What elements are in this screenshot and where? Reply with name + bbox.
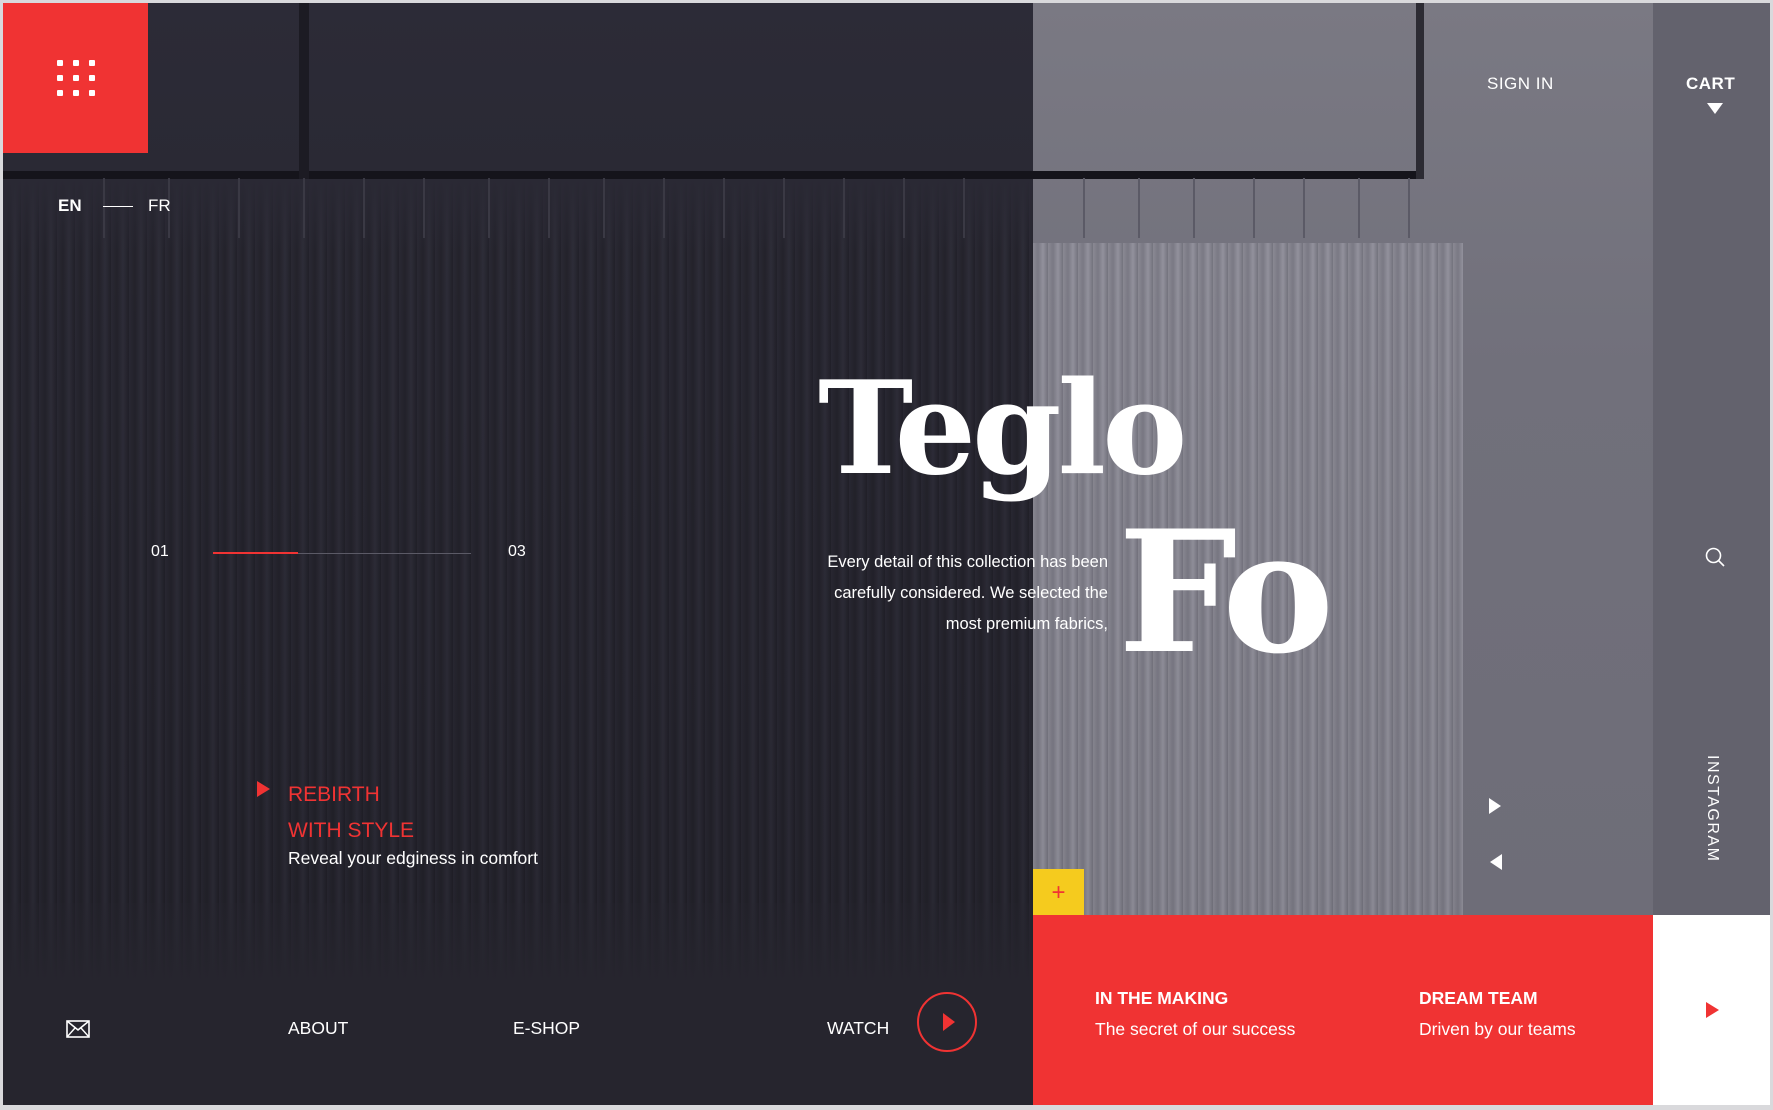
clothes-rail-post-left <box>299 3 309 179</box>
menu-grid-icon <box>56 60 95 96</box>
hanger <box>1408 178 1410 238</box>
nav-about[interactable]: ABOUT <box>288 1018 348 1039</box>
hanger <box>548 178 550 238</box>
hanger <box>903 178 905 238</box>
instagram-link[interactable]: INSTAGRAM <box>1703 755 1721 862</box>
page: SIGN IN CART EN FR 01 03 Teglo Fo Every … <box>3 3 1770 1105</box>
hanger <box>363 178 365 238</box>
hanger <box>1303 178 1305 238</box>
clothes-rail <box>3 171 1418 179</box>
hanger <box>783 178 785 238</box>
search-icon[interactable] <box>1705 547 1725 567</box>
hanger <box>1193 178 1195 238</box>
menu-button[interactable] <box>3 3 148 153</box>
feature-arrow-icon <box>257 781 270 797</box>
language-divider <box>103 206 133 207</box>
bottom-cards-panel <box>1033 915 1653 1105</box>
hanger <box>488 178 490 238</box>
hero-title-line1: Teglo <box>818 354 1187 504</box>
hanger <box>1083 178 1085 238</box>
slide-current: 01 <box>151 543 169 560</box>
feature-title-line2: WITH STYLE <box>288 819 415 842</box>
hanger <box>303 178 305 238</box>
hanger <box>723 178 725 238</box>
feature-title[interactable]: REBIRTH WITH STYLE <box>288 777 588 849</box>
hanger <box>423 178 425 238</box>
play-button[interactable] <box>917 992 977 1052</box>
feature-subtitle: Reveal your edginess in comfort <box>288 848 538 868</box>
nav-eshop[interactable]: E-SHOP <box>513 1018 580 1039</box>
card-team-title[interactable]: DREAM TEAM <box>1419 988 1538 1009</box>
cart-link[interactable]: CART <box>1686 74 1735 94</box>
play-icon <box>943 1013 955 1031</box>
feature-title-line1: REBIRTH <box>288 783 380 806</box>
hanger <box>238 178 240 238</box>
hanger <box>843 178 845 238</box>
slide-progress-fill <box>213 552 298 554</box>
hero-image-floor <box>3 903 1033 1105</box>
hero-title-line2: Fo <box>1118 493 1334 691</box>
hanger <box>1358 178 1360 238</box>
language-fr[interactable]: FR <box>148 196 171 216</box>
hanger <box>1253 178 1255 238</box>
language-en[interactable]: EN <box>58 196 82 216</box>
slide-total: 03 <box>508 543 526 560</box>
hanger <box>1138 178 1140 238</box>
sign-in-link[interactable]: SIGN IN <box>1487 74 1554 94</box>
arrow-right-icon[interactable] <box>1489 798 1501 814</box>
nav-watch[interactable]: WATCH <box>827 1018 889 1039</box>
hanger <box>103 178 105 238</box>
arrow-left-icon[interactable] <box>1490 854 1502 870</box>
hanger <box>963 178 965 238</box>
card-team-subtitle: Driven by our teams <box>1419 1019 1576 1039</box>
mail-icon[interactable] <box>66 1020 90 1038</box>
next-arrow-icon[interactable] <box>1706 1002 1719 1018</box>
hero-intro-text: Every detail of this collection has been… <box>827 553 1108 633</box>
plus-button[interactable]: + <box>1033 869 1084 915</box>
cart-dropdown-icon[interactable] <box>1707 103 1723 114</box>
hanger <box>663 178 665 238</box>
card-making-subtitle: The secret of our success <box>1095 1019 1296 1039</box>
hanger <box>603 178 605 238</box>
card-making-title[interactable]: IN THE MAKING <box>1095 988 1228 1009</box>
clothes-rail-post <box>1416 3 1424 179</box>
